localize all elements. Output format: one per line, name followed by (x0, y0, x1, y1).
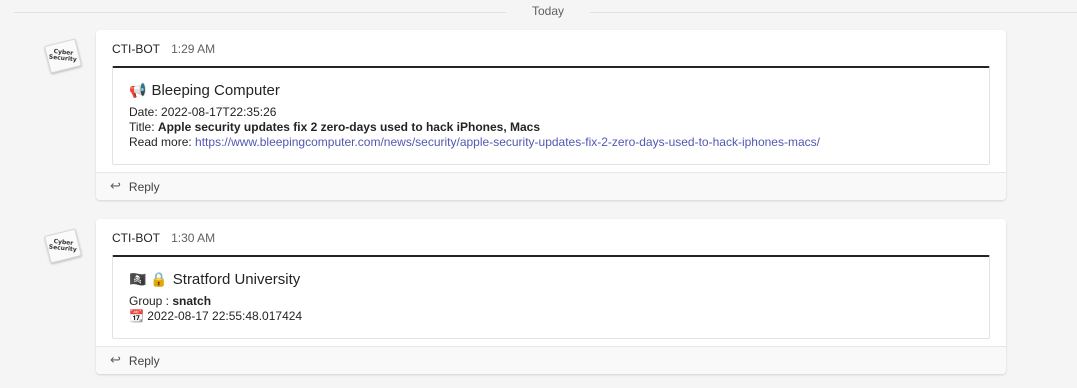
reply-label: Reply (128, 179, 160, 194)
reply-arrow-icon: ↩ (110, 353, 121, 368)
reply-arrow-icon: ↩ (110, 179, 121, 194)
avatar[interactable]: Cyber Security (44, 228, 82, 266)
card-title: 📢 Bleeping Computer (129, 80, 973, 100)
article-link[interactable]: https://www.bleepingcomputer.com/news/se… (195, 135, 820, 149)
article-title: Apple security updates fix 2 zero-days u… (157, 120, 541, 134)
card-title: 🏴‍☠️ 🔒 Stratford University (129, 269, 973, 289)
megaphone-icon: 📢 (129, 82, 147, 98)
reply-button[interactable]: ↩ Reply (96, 172, 1006, 200)
divider-line-right (590, 12, 1077, 13)
pirate-flag-lock-icons: 🏴‍☠️ 🔒 (129, 271, 168, 287)
message-header: CTI-BOT 1:29 AM (96, 30, 1006, 66)
message-header: CTI-BOT 1:30 AM (96, 219, 1006, 255)
avatar[interactable]: Cyber Security (44, 38, 82, 76)
title-line: Title: Apple security updates fix 2 zero… (129, 120, 541, 134)
reply-button[interactable]: ↩ Reply (96, 346, 1006, 374)
group-value: snatch (172, 294, 212, 308)
group-line: Group : snatch (129, 294, 212, 308)
message-time: 1:29 AM (171, 42, 216, 56)
message-card: CTI-BOT 1:30 AM 🏴‍☠️ 🔒 Stratford Univers… (96, 219, 1006, 374)
timestamp-value: 2022-08-17 22:55:48.017424 (147, 309, 303, 323)
cyber-security-logo: Cyber Security (44, 228, 82, 264)
card-title-text: Bleeping Computer (151, 81, 280, 99)
reply-label: Reply (128, 353, 160, 368)
adaptive-card: 🏴‍☠️ 🔒 Stratford University Group : snat… (112, 255, 990, 339)
calendar-icon: 📆 (129, 309, 144, 323)
author-name[interactable]: CTI-BOT (112, 42, 160, 56)
date-line: Date: 2022-08-17T22:35:26 (129, 105, 277, 119)
card-title-text: Stratford University (172, 270, 301, 288)
adaptive-card: 📢 Bleeping Computer Date: 2022-08-17T22:… (112, 66, 990, 165)
message-card: CTI-BOT 1:29 AM 📢 Bleeping Computer Date… (96, 30, 1006, 200)
author-name[interactable]: CTI-BOT (112, 231, 160, 245)
cyber-security-logo: Cyber Security (44, 38, 82, 74)
message-time: 1:30 AM (171, 231, 216, 245)
timestamp-line: 📆 2022-08-17 22:55:48.017424 (129, 309, 973, 324)
divider-line-left (14, 12, 506, 13)
date-divider: Today (14, 0, 1077, 24)
date-value: 2022-08-17T22:35:26 (161, 105, 277, 119)
date-divider-label: Today (531, 4, 565, 18)
readmore-line: Read more: https://www.bleepingcomputer.… (129, 135, 820, 149)
